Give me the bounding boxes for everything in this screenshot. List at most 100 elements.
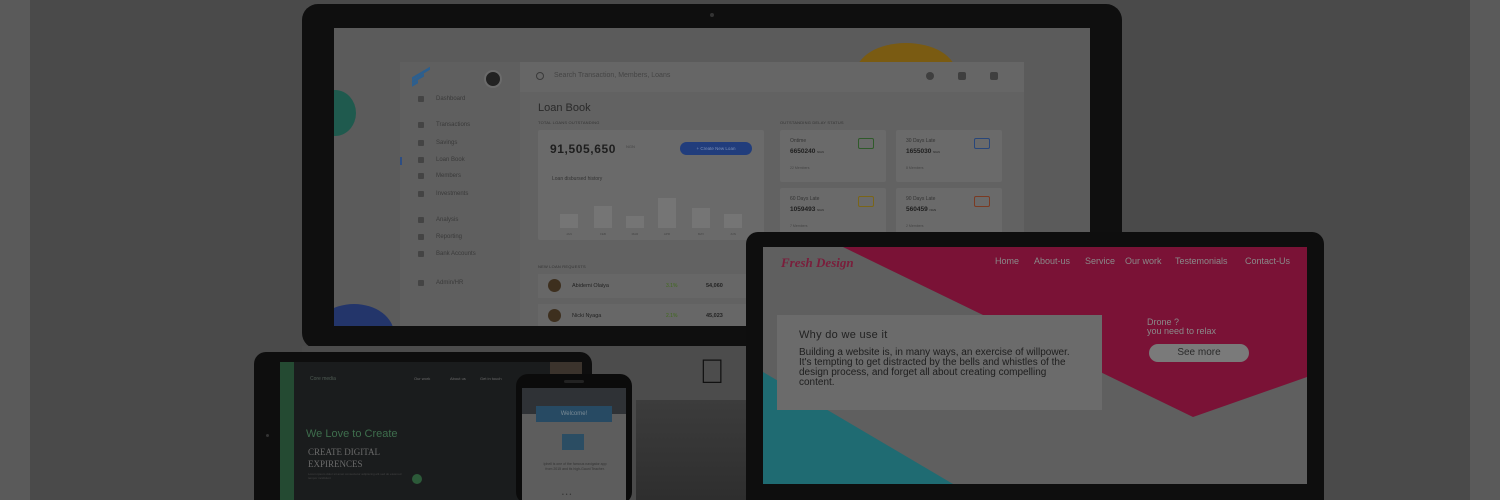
chart-tick: FEB (600, 232, 606, 236)
side-tagline: Drone ? you need to relax (1147, 318, 1216, 336)
stat-value: 1655030 NGN (906, 148, 940, 155)
requests-label: NEW LOAN REQUESTS (538, 264, 586, 269)
phone-speaker (564, 380, 584, 383)
app-logo[interactable] (412, 66, 430, 87)
chart-tick: APR (663, 232, 671, 236)
investments-icon (418, 191, 424, 197)
pagination-dots[interactable]: ••• (562, 492, 573, 498)
sidebar-item-transactions[interactable]: Transactions (418, 122, 470, 128)
list-item[interactable]: Abidemi Olaiya 3.1% 54,060 (538, 274, 766, 298)
calendar-icon (974, 196, 990, 207)
nav-service[interactable]: Service (1085, 256, 1115, 266)
stat-subtitle: 2 Members (906, 224, 924, 228)
welcome-banner: Welcome! (536, 406, 612, 422)
members-icon (418, 173, 424, 179)
chart-bar (724, 214, 742, 228)
stat-value: 560459 NGN (906, 206, 937, 213)
stat-title: Ontime (790, 138, 807, 144)
card-body: Building a website is, in many ways, an … (799, 347, 1070, 388)
nav-contact[interactable]: Contact-Us (1245, 256, 1290, 266)
apple-logo-icon:  (694, 354, 730, 390)
notifications-icon[interactable] (990, 72, 998, 80)
chart-bar (692, 208, 710, 228)
decor-circle-teal (334, 90, 356, 136)
list-item[interactable]: Nicki Nyaga 2.1% 45,023 (538, 304, 766, 326)
stat-subtitle: 7 Members (790, 224, 808, 228)
total-unit: NGN (626, 144, 635, 149)
sidebar-item-admin[interactable]: Admin/HR (418, 280, 463, 286)
sidebar-item-dashboard[interactable]: Dashboard (418, 96, 465, 102)
sidebar-item-reporting[interactable]: Reporting (418, 234, 462, 240)
chart-bar (658, 198, 676, 228)
hero-subhead: CREATE DIGITAL EXPIRENCES (308, 447, 380, 469)
sidebar-item-savings[interactable]: Savings (418, 140, 457, 146)
sidebar-item-investments[interactable]: Investments (418, 191, 468, 197)
analysis-icon (418, 217, 424, 223)
sidebar-item-analysis[interactable]: Analysis (418, 217, 458, 223)
avatar (548, 309, 561, 322)
see-more-button[interactable]: See more (1149, 344, 1249, 362)
site-logo[interactable]: Fresh Design (781, 255, 854, 271)
create-loan-button[interactable]: + Create New Loan (680, 142, 752, 155)
sidebar-item-bank-accounts[interactable]: Bank Accounts (418, 251, 476, 257)
hero-headline: We Love to Create (306, 428, 398, 440)
stat-subtitle: 8 Members (906, 166, 924, 170)
calendar-icon (858, 196, 874, 207)
nav-our-work[interactable]: Our work (1125, 256, 1162, 266)
next-button[interactable] (412, 474, 422, 484)
transactions-icon (418, 122, 424, 128)
right-margin (1470, 0, 1500, 500)
chart-bar (594, 206, 612, 228)
savings-icon (418, 140, 424, 146)
stat-card-30-days[interactable]: 30 Days Late 1655030 NGN 8 Members (896, 130, 1002, 182)
nav-link[interactable]: Our work (414, 376, 430, 381)
bank-icon (418, 251, 424, 257)
request-name: Nicki Nyaga (572, 313, 602, 319)
request-rate: 3.1% (666, 283, 678, 289)
chart-bar (626, 216, 644, 228)
sidebar-item-members[interactable]: Members (418, 173, 461, 179)
page-title: Loan Book (538, 102, 591, 114)
chart-tick: MAY (697, 232, 705, 236)
stat-subtitle: 22 Members (790, 166, 810, 170)
stat-title: 60 Days Late (790, 196, 820, 202)
hero-body: Lorem ipsum dolor sit amet consectetur a… (308, 472, 402, 480)
decor-circle-blue (334, 304, 394, 326)
sidebar-item-loan-book[interactable]: Loan Book (418, 157, 465, 163)
search-icon (536, 72, 544, 80)
brand-name[interactable]: Core media (310, 376, 336, 382)
total-label: TOTAL LOANS OUTSTANDING (538, 120, 600, 125)
stat-card-ontime[interactable]: Ontime 6650240 NGN 22 Members (780, 130, 886, 182)
settings-icon[interactable] (926, 72, 934, 80)
messages-icon[interactable] (958, 72, 966, 80)
dashboard-icon (418, 96, 424, 102)
accent-bar (280, 362, 294, 500)
active-indicator (400, 157, 402, 165)
devices-mockup: Dashboard Transactions Savings Loan Book… (0, 0, 1500, 500)
calendar-icon (858, 138, 874, 149)
search-input[interactable]: Search Transaction, Members, Loans (554, 72, 670, 79)
nav-testimonials[interactable]: Testemonials (1175, 256, 1228, 266)
request-name: Abidemi Olaiya (572, 283, 609, 289)
chart-bar (560, 214, 578, 228)
chart-title: Loan disbursed history (552, 176, 603, 182)
side-line-2: you need to relax (1147, 326, 1217, 336)
avatar[interactable] (484, 70, 502, 88)
stat-title: 90 Days Late (906, 196, 936, 202)
laptop-frame: Fresh Design Home About-us Service Our w… (746, 232, 1324, 500)
left-margin (0, 0, 30, 500)
nav-home[interactable]: Home (995, 256, 1019, 266)
nav-link[interactable]: About us (450, 376, 466, 381)
stat-title: 30 Days Late (906, 138, 936, 144)
stat-value: 1059493 NGN (790, 206, 824, 213)
nav-about[interactable]: About-us (1034, 256, 1070, 266)
status-label: OUTSTANDING DELAY STATUS (780, 120, 844, 125)
chart-tick: JAN (566, 232, 572, 236)
calendar-icon (974, 138, 990, 149)
total-loans-card: 91,505,650 NGN + Create New Loan Loan di… (538, 130, 764, 240)
avatar (548, 279, 561, 292)
total-value: 91,505,650 (550, 142, 617, 156)
nav-link[interactable]: Get in touch (480, 376, 502, 381)
phone-screen: Welcome! Iphell is one of the famous nav… (522, 388, 626, 500)
reporting-icon (418, 234, 424, 240)
